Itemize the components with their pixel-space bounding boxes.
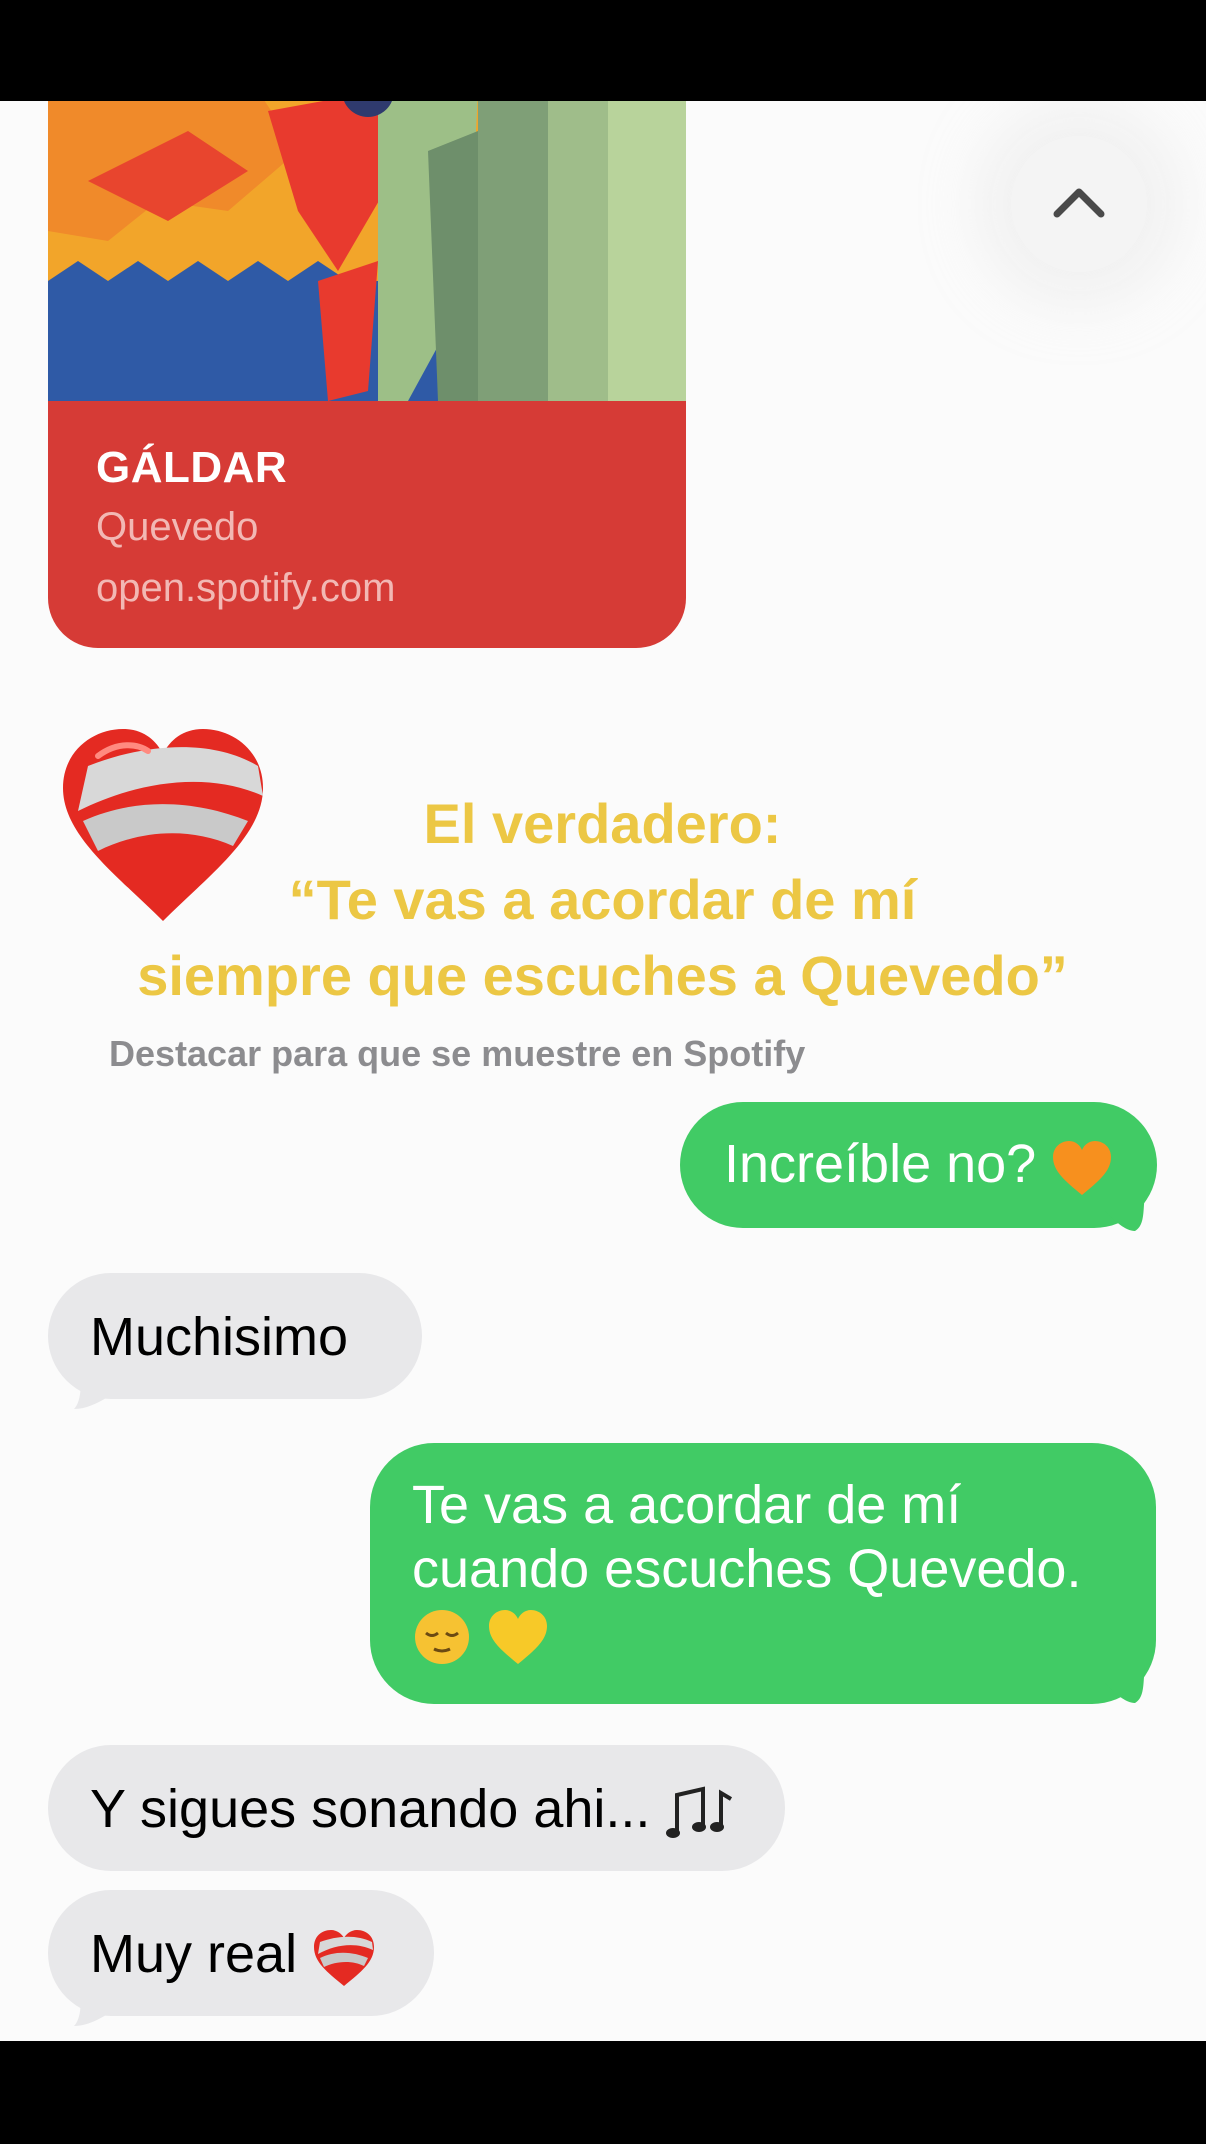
bubble-tail	[1105, 1663, 1145, 1703]
spotify-link-preview[interactable]: GÁLDAR Quevedo open.spotify.com	[48, 101, 686, 648]
album-artwork	[48, 101, 686, 401]
caption-line-1: El verdadero:	[423, 792, 782, 855]
message-bubble-sent[interactable]: Increíble no?	[680, 1102, 1157, 1228]
artist-name: Quevedo	[96, 505, 259, 549]
orange-heart-icon	[1053, 1140, 1112, 1195]
message-text: Increíble no?	[724, 1134, 1037, 1194]
bubble-tail	[74, 1986, 120, 2026]
message-text-line-1: Te vas a acordar de mí	[412, 1475, 962, 1535]
status-bar	[0, 0, 1206, 101]
relieved-face-icon	[415, 1609, 469, 1664]
music-notes-icon	[666, 1786, 733, 1838]
chevron-up-icon	[1053, 188, 1105, 218]
message-text: Muy real	[90, 1924, 298, 1984]
message-text-line-2: cuando escuches Quevedo.	[412, 1539, 1082, 1599]
message-text: Y sigues sonando ahi...	[90, 1779, 651, 1839]
mending-heart-icon	[314, 1929, 375, 1986]
message-text: Muchisimo	[90, 1307, 349, 1367]
link-domain: open.spotify.com	[96, 566, 396, 610]
scroll-up-button[interactable]	[1011, 136, 1147, 272]
bubble-tail	[74, 1369, 120, 1409]
bubble-tail	[1105, 1191, 1145, 1231]
spotify-hint: Destacar para que se muestre en Spotify	[109, 1033, 806, 1074]
caption-line-3: siempre que escuches a Quevedo”	[137, 944, 1068, 1007]
message-bubble-received[interactable]: Y sigues sonando ahi...	[48, 1745, 785, 1871]
song-title: GÁLDAR	[96, 443, 288, 492]
message-bubble-sent[interactable]: Te vas a acordar de mí cuando escuches Q…	[370, 1443, 1156, 1704]
yellow-heart-icon	[489, 1609, 548, 1664]
home-indicator-bar	[0, 2041, 1206, 2144]
conversation-view[interactable]: GÁLDAR Quevedo open.spotify.com El verda…	[0, 101, 1206, 2041]
link-metadata: GÁLDAR Quevedo open.spotify.com	[48, 401, 686, 648]
caption-line-2: “Te vas a acordar de mí	[288, 868, 917, 931]
